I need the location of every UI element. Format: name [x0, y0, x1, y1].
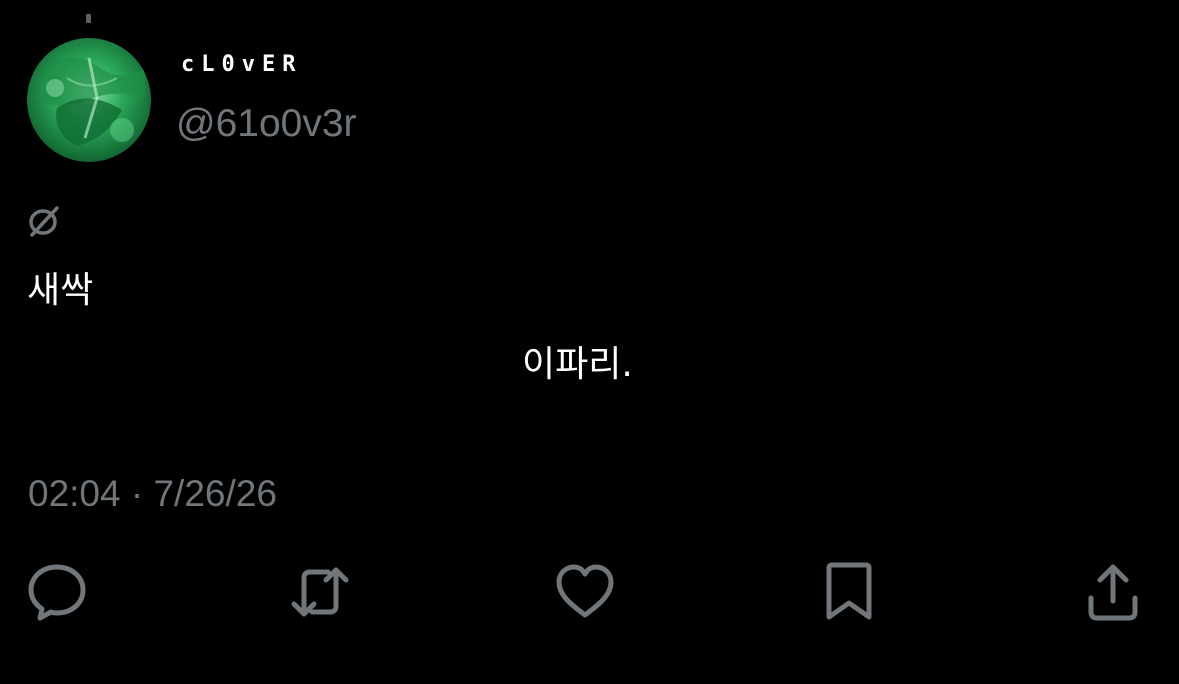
heart-icon — [556, 564, 614, 618]
retweet-button[interactable] — [288, 560, 352, 624]
tweet-text-line-1: 새싹 — [27, 270, 94, 311]
tweet-text-line-2: 이파리. — [522, 344, 633, 385]
share-button[interactable] — [1081, 560, 1145, 624]
share-upload-icon — [1088, 564, 1138, 621]
scroll-indicator — [86, 14, 91, 23]
tweet-detail-view: cL0vER @61o0v3r 새싹 이파리. 02:04 · 7/26/26 — [0, 0, 1179, 684]
reply-button[interactable] — [25, 560, 89, 624]
avatar[interactable] — [27, 38, 151, 162]
tweet-timestamp[interactable]: 02:04 · 7/26/26 — [28, 473, 277, 515]
speech-bubble-icon — [28, 564, 86, 621]
like-button[interactable] — [553, 560, 617, 624]
bookmark-icon — [826, 562, 872, 620]
empty-set-icon — [26, 204, 62, 238]
bookmark-button[interactable] — [817, 560, 881, 624]
user-handle[interactable]: @61o0v3r — [176, 102, 357, 146]
display-name[interactable]: cL0vER — [181, 52, 302, 77]
retweet-arrows-icon — [291, 567, 349, 617]
